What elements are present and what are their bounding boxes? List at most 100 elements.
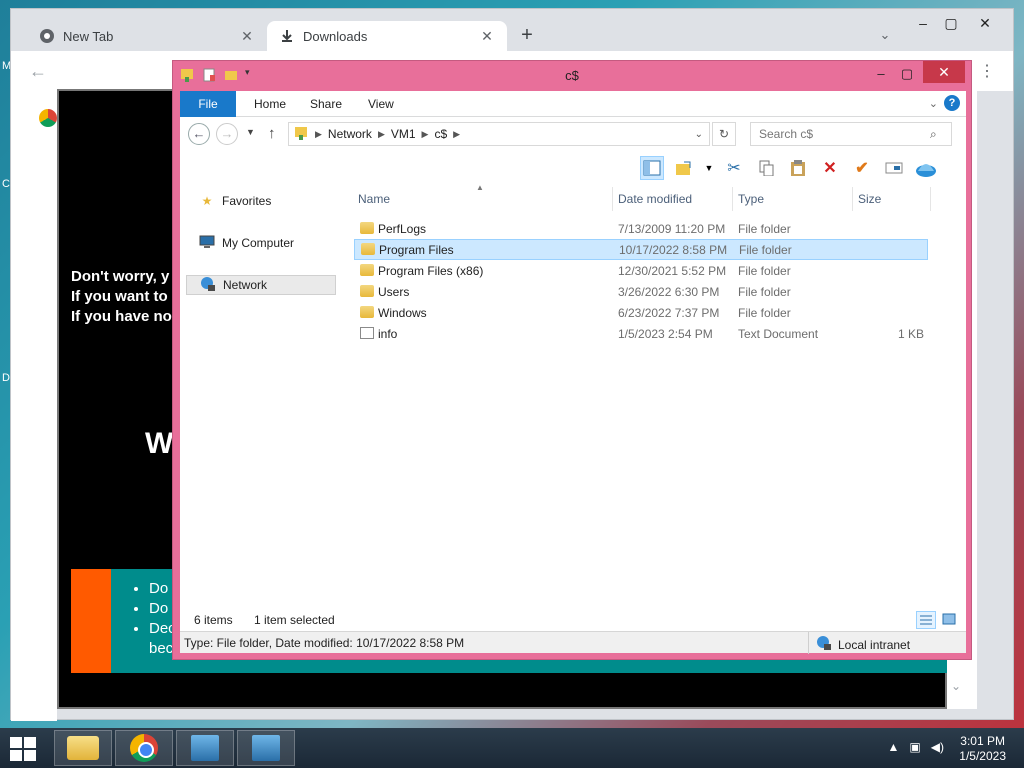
- address-bar[interactable]: ▶ Network ▶ VM1 ▶ c$ ▶ ⌄: [288, 122, 710, 146]
- tab-downloads[interactable]: Downloads ✕: [267, 21, 507, 51]
- taskbar-network-app-1[interactable]: [176, 730, 234, 766]
- expand-ribbon-icon[interactable]: ⌄: [929, 97, 938, 110]
- maximize-button[interactable]: ▢: [939, 13, 963, 33]
- nav-network[interactable]: Network: [186, 275, 336, 295]
- recent-locations-icon[interactable]: ▼: [246, 127, 255, 137]
- column-divider[interactable]: [930, 187, 931, 211]
- file-row[interactable]: info 1/5/2023 2:54 PM Text Document 1 KB: [354, 324, 928, 345]
- taskbar-chrome[interactable]: [115, 730, 173, 766]
- windows-start-icon[interactable]: [10, 737, 36, 761]
- minimize-button[interactable]: –: [911, 13, 935, 33]
- sort-ascending-icon: ▲: [476, 183, 484, 192]
- minimize-button[interactable]: –: [867, 63, 895, 85]
- column-header-size[interactable]: Size: [858, 187, 881, 211]
- file-type: File folder: [739, 243, 792, 257]
- explorer-body: File Home Share View ⌄ ? ← → ▼ ↑ ▶ Netwo…: [180, 91, 966, 654]
- scroll-down-icon[interactable]: ⌄: [951, 679, 961, 693]
- selection-count: 1 item selected: [254, 613, 335, 627]
- explorer-title: c$: [565, 68, 579, 83]
- file-type: File folder: [738, 264, 791, 278]
- volume-icon[interactable]: ◀): [931, 740, 944, 754]
- nav-my-computer[interactable]: My Computer: [186, 233, 336, 253]
- breadcrumb-separator-icon[interactable]: ▶: [315, 129, 322, 140]
- tab-view[interactable]: View: [354, 91, 408, 117]
- network-icon: [199, 276, 217, 295]
- file-row[interactable]: Program Files (x86) 12/30/2021 5:52 PM F…: [354, 261, 928, 282]
- tab-share[interactable]: Share: [296, 91, 356, 117]
- new-tab-button[interactable]: +: [515, 23, 539, 47]
- dropdown-icon[interactable]: ▼: [704, 156, 714, 180]
- up-arrow-icon[interactable]: ↑: [268, 125, 276, 142]
- file-date: 7/13/2009 11:20 PM: [618, 222, 726, 236]
- maximize-button[interactable]: ▢: [893, 63, 921, 85]
- file-row[interactable]: Windows 6/23/2022 7:37 PM File folder: [354, 303, 928, 324]
- clock[interactable]: 3:01 PM 1/5/2023: [959, 734, 1006, 764]
- chevron-down-icon[interactable]: ⌄: [875, 27, 895, 47]
- breadcrumb-c-share[interactable]: c$: [434, 127, 447, 141]
- command-toolbar: ▼ ✂ ✕ ✔: [640, 153, 960, 183]
- column-header-date[interactable]: Date modified: [618, 187, 692, 211]
- desktop-edge-text: D: [2, 372, 10, 384]
- close-tab-icon[interactable]: ✕: [239, 28, 255, 45]
- back-arrow-icon[interactable]: ←: [29, 61, 47, 82]
- tab-file[interactable]: File: [180, 91, 236, 117]
- file-row[interactable]: PerfLogs 7/13/2009 11:20 PM File folder: [354, 219, 928, 240]
- tab-home[interactable]: Home: [240, 91, 300, 117]
- more-menu-icon[interactable]: ⋮: [979, 61, 995, 81]
- close-tab-icon[interactable]: ✕: [479, 28, 495, 45]
- nav-favorites[interactable]: ★ Favorites: [186, 191, 336, 211]
- tab-new-tab[interactable]: New Tab ✕: [27, 21, 267, 51]
- copy-icon[interactable]: [754, 156, 778, 180]
- file-name: Users: [378, 285, 410, 299]
- breadcrumb-separator-icon[interactable]: ▶: [378, 129, 385, 140]
- folder-icon: [360, 306, 374, 318]
- delete-icon[interactable]: ✕: [818, 156, 842, 180]
- chrome-logo-icon: [39, 109, 57, 127]
- back-button[interactable]: ←: [188, 123, 210, 145]
- nav-label: My Computer: [222, 236, 295, 250]
- address-dropdown-icon[interactable]: ⌄: [695, 129, 703, 140]
- details-divider: [808, 632, 809, 654]
- checkmark-icon[interactable]: ✔: [850, 156, 874, 180]
- file-date: 1/5/2023 2:54 PM: [618, 327, 713, 341]
- breadcrumb-separator-icon[interactable]: ▶: [453, 129, 460, 140]
- close-button[interactable]: ✕: [973, 13, 997, 33]
- paste-icon[interactable]: [786, 156, 810, 180]
- taskbar-file-explorer[interactable]: [54, 730, 112, 766]
- rename-icon[interactable]: [882, 156, 906, 180]
- breadcrumb-vm1[interactable]: VM1: [391, 127, 416, 141]
- cut-icon[interactable]: ✂: [722, 156, 746, 180]
- search-input[interactable]: Search c$: [750, 122, 952, 146]
- taskbar-network-app-2[interactable]: [237, 730, 295, 766]
- page-left-margin: [11, 91, 57, 721]
- shell-icon[interactable]: [914, 156, 938, 180]
- folder-icon: [360, 264, 374, 276]
- large-icons-view-icon[interactable]: [940, 611, 960, 629]
- help-icon[interactable]: ?: [944, 95, 960, 111]
- show-hidden-icons-icon[interactable]: ▲: [888, 740, 900, 754]
- column-divider[interactable]: [732, 187, 733, 211]
- details-view-icon[interactable]: [916, 611, 936, 629]
- breadcrumb-network[interactable]: Network: [328, 127, 372, 141]
- preview-pane-icon[interactable]: [640, 156, 664, 180]
- forward-button[interactable]: →: [216, 123, 238, 145]
- file-row[interactable]: Users 3/26/2022 6:30 PM File folder: [354, 282, 928, 303]
- close-button[interactable]: ✕: [923, 61, 965, 83]
- text-document-icon: [360, 327, 374, 339]
- folder-icon: [360, 285, 374, 297]
- column-divider[interactable]: [612, 187, 613, 211]
- column-header-name[interactable]: Name: [358, 187, 390, 211]
- file-date: 3/26/2022 6:30 PM: [618, 285, 720, 299]
- folder-options-icon[interactable]: [672, 156, 696, 180]
- column-header-type[interactable]: Type: [738, 187, 764, 211]
- network-computer-icon: [252, 735, 280, 761]
- computer-icon: [198, 235, 216, 252]
- network-status-icon[interactable]: ▣: [909, 740, 920, 754]
- file-row-selected[interactable]: Program Files 10/17/2022 8:58 PM File fo…: [354, 239, 928, 260]
- refresh-button[interactable]: ↻: [712, 122, 736, 146]
- breadcrumb-separator-icon[interactable]: ▶: [422, 129, 429, 140]
- page-message: Don't worry, y If you want to If you hav…: [71, 267, 172, 327]
- network-computer-icon: [191, 735, 219, 761]
- search-icon[interactable]: ⌕: [930, 127, 937, 142]
- column-divider[interactable]: [852, 187, 853, 211]
